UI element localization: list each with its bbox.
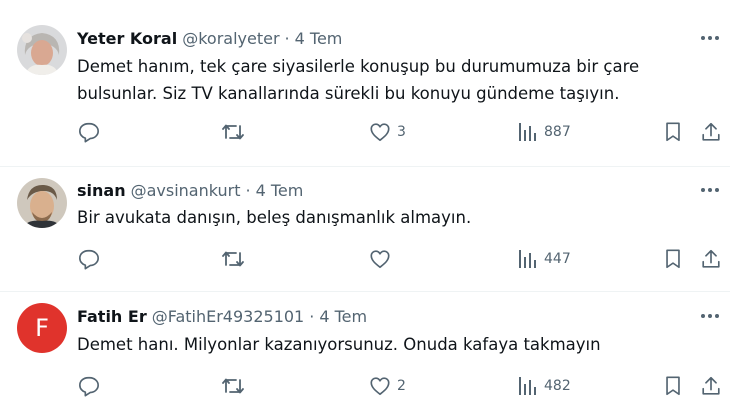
bookmark-button[interactable] — [662, 118, 684, 146]
reply-icon — [78, 375, 100, 397]
tweet-text-line: Demet hanı. Milyonlar kazanıyorsunuz. On… — [77, 335, 601, 354]
tweet[interactable]: Yeter Koral @koralyeter · 4 Tem Demet ha… — [0, 0, 730, 165]
retweet-button[interactable] — [221, 118, 245, 146]
user-handle[interactable]: @FatihEr49325101 — [152, 307, 305, 326]
separator-dot: · — [309, 306, 315, 326]
user-name[interactable]: Fatih Er — [77, 307, 147, 326]
tweet-header: Fatih Er @FatihEr49325101 · 4 Tem — [77, 304, 367, 328]
separator-dot: · — [245, 180, 251, 200]
more-icon[interactable] — [696, 306, 724, 326]
bookmark-icon — [662, 248, 684, 270]
share-icon — [700, 375, 722, 397]
views-button[interactable]: 887 — [516, 118, 571, 146]
views-icon — [516, 121, 538, 143]
views-button[interactable]: 447 — [516, 245, 571, 273]
user-name[interactable]: Yeter Koral — [77, 29, 177, 48]
tweet-text-line: bulsunlar. Siz TV kanallarında sürekli b… — [77, 84, 620, 103]
like-count: 3 — [397, 124, 406, 140]
retweet-button[interactable] — [221, 245, 245, 273]
user-name[interactable]: sinan — [77, 181, 126, 200]
like-count: 2 — [397, 378, 406, 394]
tweet-date[interactable]: 4 Tem — [256, 181, 304, 200]
tweet-actions: 2 482 — [0, 372, 730, 400]
bookmark-icon — [662, 375, 684, 397]
share-button[interactable] — [700, 245, 722, 273]
views-button[interactable]: 482 — [516, 372, 571, 400]
avatar[interactable]: F — [17, 303, 67, 353]
heart-icon — [369, 121, 391, 143]
tweet-header: Yeter Koral @koralyeter · 4 Tem — [77, 26, 342, 50]
user-handle[interactable]: @avsinankurt — [131, 181, 241, 200]
bookmark-button[interactable] — [662, 245, 684, 273]
tweet-text-line: Bir avukata danışın, beleş danışmanlık a… — [77, 208, 472, 227]
tweet-text-line: Demet hanım, tek çare siyasilerle konuşu… — [77, 57, 640, 76]
views-icon — [516, 248, 538, 270]
avatar[interactable] — [17, 178, 67, 228]
separator-dot: · — [284, 28, 290, 48]
tweet-text: Demet hanı. Milyonlar kazanıyorsunuz. On… — [77, 331, 717, 358]
reply-icon — [78, 248, 100, 270]
more-icon[interactable] — [696, 28, 724, 48]
tweet[interactable]: sinan @avsinankurt · 4 Tem Bir avukata d… — [0, 167, 730, 291]
view-count: 447 — [544, 251, 571, 267]
tweet-date[interactable]: 4 Tem — [319, 307, 367, 326]
retweet-button[interactable] — [221, 372, 245, 400]
bookmark-icon — [662, 121, 684, 143]
like-button[interactable]: 2 — [369, 372, 406, 400]
share-button[interactable] — [700, 372, 722, 400]
tweet-header: sinan @avsinankurt · 4 Tem — [77, 178, 303, 202]
reply-button[interactable] — [78, 245, 100, 273]
tweet-actions: 3 887 — [0, 118, 730, 146]
like-button[interactable]: 3 — [369, 118, 406, 146]
tweet[interactable]: F Fatih Er @FatihEr49325101 · 4 Tem Deme… — [0, 292, 730, 420]
views-icon — [516, 375, 538, 397]
view-count: 482 — [544, 378, 571, 394]
more-icon[interactable] — [696, 180, 724, 200]
retweet-icon — [221, 121, 245, 143]
heart-icon — [369, 248, 391, 270]
like-button[interactable] — [369, 245, 397, 273]
share-icon — [700, 248, 722, 270]
tweet-actions: 447 — [0, 245, 730, 273]
reply-icon — [78, 121, 100, 143]
share-button[interactable] — [700, 118, 722, 146]
user-handle[interactable]: @koralyeter — [182, 29, 279, 48]
share-icon — [700, 121, 722, 143]
retweet-icon — [221, 375, 245, 397]
tweet-text: Demet hanım, tek çare siyasilerle konuşu… — [77, 53, 717, 107]
retweet-icon — [221, 248, 245, 270]
tweet-text: Bir avukata danışın, beleş danışmanlık a… — [77, 204, 717, 231]
bookmark-button[interactable] — [662, 372, 684, 400]
reply-button[interactable] — [78, 372, 100, 400]
avatar-letter: F — [35, 314, 49, 342]
heart-icon — [369, 375, 391, 397]
tweet-date[interactable]: 4 Tem — [295, 29, 343, 48]
reply-button[interactable] — [78, 118, 100, 146]
avatar[interactable] — [17, 25, 67, 75]
view-count: 887 — [544, 124, 571, 140]
